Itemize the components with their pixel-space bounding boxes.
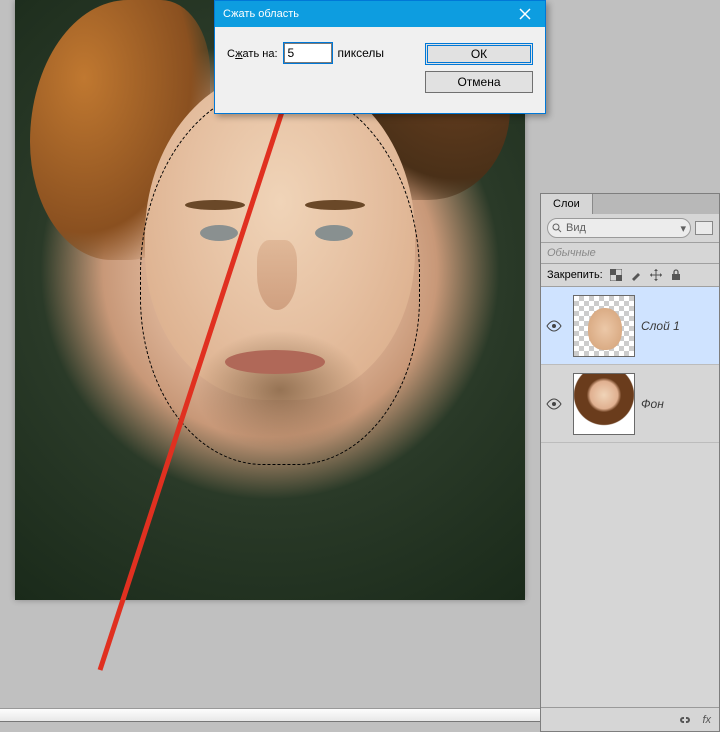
layer-thumbnail[interactable]: [573, 295, 635, 357]
chevron-down-icon: ▾: [680, 222, 686, 235]
layer-filter-dropdown[interactable]: Вид ▾: [547, 218, 691, 238]
lock-label: Закрепить:: [547, 269, 603, 281]
cancel-button[interactable]: Отмена: [425, 71, 533, 93]
fx-icon[interactable]: fx: [702, 714, 711, 726]
dialog-title: Сжать область: [223, 8, 299, 20]
contract-selection-dialog: Сжать область Сжать на: пикселы ОК Отмен…: [214, 0, 546, 114]
layer-name[interactable]: Слой 1: [641, 319, 719, 333]
dialog-titlebar[interactable]: Сжать область: [215, 1, 545, 27]
marching-ants-selection: [140, 85, 420, 465]
status-bar: [0, 708, 540, 722]
layer-thumbnail[interactable]: [573, 373, 635, 435]
layers-panel: Слои Вид ▾ Обычные Закрепить: Слой 1: [540, 193, 720, 732]
visibility-toggle[interactable]: [541, 320, 567, 332]
layer-name[interactable]: Фон: [641, 397, 719, 411]
layer-list: Слой 1 Фон: [541, 287, 719, 707]
eye-icon: [546, 320, 562, 332]
close-icon[interactable]: [505, 1, 545, 27]
lock-transparency-icon[interactable]: [609, 268, 623, 282]
eye-icon: [546, 398, 562, 410]
panel-tabs: Слои: [541, 194, 719, 214]
filter-toggle-icon[interactable]: [695, 221, 713, 235]
contract-by-label: Сжать на:: [227, 46, 278, 60]
link-layers-icon[interactable]: [678, 715, 692, 725]
lock-position-icon[interactable]: [649, 268, 663, 282]
layer-row[interactable]: Слой 1: [541, 287, 719, 365]
visibility-toggle[interactable]: [541, 398, 567, 410]
lock-paint-icon[interactable]: [629, 268, 643, 282]
blend-mode-dropdown[interactable]: Обычные: [541, 243, 719, 264]
ok-button[interactable]: ОК: [425, 43, 533, 65]
layer-row[interactable]: Фон: [541, 365, 719, 443]
contract-by-input[interactable]: [284, 43, 332, 63]
unit-label: пикселы: [338, 46, 385, 60]
tab-layers[interactable]: Слои: [541, 194, 593, 214]
layers-panel-footer: fx: [541, 707, 719, 731]
search-icon: [552, 223, 562, 233]
lock-all-icon[interactable]: [669, 268, 683, 282]
